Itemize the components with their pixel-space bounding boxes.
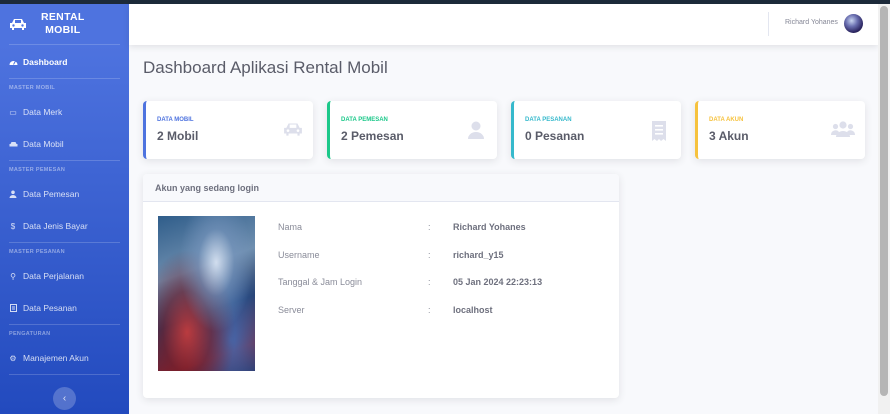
profile-photo bbox=[158, 216, 255, 371]
dollar-icon: $ bbox=[10, 221, 16, 231]
car-icon bbox=[9, 17, 27, 31]
brand-link[interactable]: RENTAL MOBIL bbox=[0, 4, 129, 44]
sidebar-divider bbox=[9, 374, 120, 375]
card-label: DATA PESANAN bbox=[525, 117, 572, 123]
brand-line-2: MOBIL bbox=[45, 24, 81, 36]
card-data-akun: DATA AKUN 3 Akun bbox=[695, 101, 865, 159]
sidebar-heading-master-mobil: MASTER MOBIL bbox=[9, 84, 56, 91]
sidebar-item-label: Data Merk bbox=[23, 107, 63, 117]
sidebar-item-label: Data Pemesan bbox=[23, 189, 80, 199]
card-data-pesanan: DATA PESANAN 0 Pesanan bbox=[511, 101, 681, 159]
route-icon: ⚲ bbox=[10, 271, 16, 281]
brand-name: RENTAL MOBIL bbox=[41, 11, 85, 37]
brand-line-1: RENTAL bbox=[41, 11, 85, 23]
id-card-icon: ▭ bbox=[9, 107, 17, 117]
card-label: DATA AKUN bbox=[709, 117, 744, 123]
login-info-panel: Akun yang sedang login Nama : Richard Yo… bbox=[143, 174, 619, 398]
card-value: 2 Pemesan bbox=[341, 129, 404, 143]
avatar[interactable] bbox=[844, 14, 863, 33]
info-key: Username bbox=[278, 250, 320, 260]
users-icon bbox=[830, 121, 856, 139]
info-value: 05 Jan 2024 22:23:13 bbox=[453, 277, 543, 287]
sidebar-item-label: Data Perjalanan bbox=[23, 271, 84, 281]
card-data-mobil: DATA MOBIL 2 Mobil bbox=[143, 101, 313, 159]
chevron-left-icon: ‹ bbox=[62, 393, 67, 404]
user-name[interactable]: Richard Yohanes bbox=[785, 19, 838, 26]
sidebar-heading-master-pesanan: MASTER PESANAN bbox=[9, 248, 65, 255]
sidebar-item-label: Dashboard bbox=[23, 56, 68, 67]
info-value: localhost bbox=[453, 305, 493, 315]
sidebar-item-data-mobil[interactable]: Data Mobil bbox=[0, 128, 129, 160]
card-value: 0 Pesanan bbox=[525, 129, 585, 143]
gear-icon: ⚙ bbox=[9, 353, 17, 363]
sidebar-item-manajemen-akun[interactable]: ⚙ Manajemen Akun bbox=[0, 342, 129, 374]
sidebar: RENTAL MOBIL Dashboard MASTER MOBIL ▭ Da… bbox=[0, 4, 129, 414]
sidebar-item-label: Manajemen Akun bbox=[23, 353, 89, 363]
sidebar-item-data-pemesan[interactable]: Data Pemesan bbox=[0, 178, 129, 210]
sidebar-heading-master-pemesan: MASTER PEMESAN bbox=[9, 166, 66, 173]
info-key: Server bbox=[278, 305, 305, 315]
info-value: Richard Yohanes bbox=[453, 222, 526, 232]
car-icon bbox=[8, 141, 18, 148]
sidebar-item-data-merk[interactable]: ▭ Data Merk bbox=[0, 96, 129, 128]
sidebar-item-label: Data Pesanan bbox=[23, 303, 77, 313]
sidebar-toggle-button[interactable]: ‹ bbox=[53, 387, 76, 410]
topbar-divider bbox=[768, 12, 769, 36]
sidebar-item-label: Data Jenis Bayar bbox=[23, 221, 88, 231]
info-separator: : bbox=[428, 250, 431, 260]
receipt-icon bbox=[651, 121, 671, 141]
scrollbar-thumb[interactable] bbox=[880, 6, 888, 396]
page-title: Dashboard Aplikasi Rental Mobil bbox=[143, 58, 388, 77]
card-value: 2 Mobil bbox=[157, 129, 199, 143]
card-label: DATA MOBIL bbox=[157, 117, 194, 123]
sidebar-item-dashboard[interactable]: Dashboard bbox=[0, 45, 129, 78]
sidebar-heading-pengaturan: PENGATURAN bbox=[9, 330, 51, 337]
card-label: DATA PEMESAN bbox=[341, 117, 388, 123]
info-separator: : bbox=[428, 277, 431, 287]
gauge-icon bbox=[8, 58, 18, 66]
users-icon bbox=[8, 190, 18, 198]
scrollbar[interactable] bbox=[878, 4, 890, 414]
user-icon bbox=[467, 121, 487, 139]
sidebar-item-data-pesanan[interactable]: Data Pesanan bbox=[0, 292, 129, 324]
topbar: Richard Yohanes bbox=[129, 4, 878, 45]
sidebar-item-label: Data Mobil bbox=[23, 139, 64, 149]
sidebar-item-data-perjalanan[interactable]: ⚲ Data Perjalanan bbox=[0, 260, 129, 292]
info-separator: : bbox=[428, 222, 431, 232]
card-value: 3 Akun bbox=[709, 129, 749, 143]
info-value: richard_y15 bbox=[453, 250, 504, 260]
sidebar-item-data-jenis-bayar[interactable]: $ Data Jenis Bayar bbox=[0, 210, 129, 242]
info-key: Nama bbox=[278, 222, 303, 232]
info-separator: : bbox=[428, 305, 431, 315]
card-data-pemesan: DATA PEMESAN 2 Pemesan bbox=[327, 101, 497, 159]
car-icon bbox=[283, 121, 303, 139]
info-key: Tanggal & Jam Login bbox=[278, 277, 363, 287]
panel-title: Akun yang sedang login bbox=[143, 174, 619, 202]
receipt-icon bbox=[8, 304, 18, 312]
